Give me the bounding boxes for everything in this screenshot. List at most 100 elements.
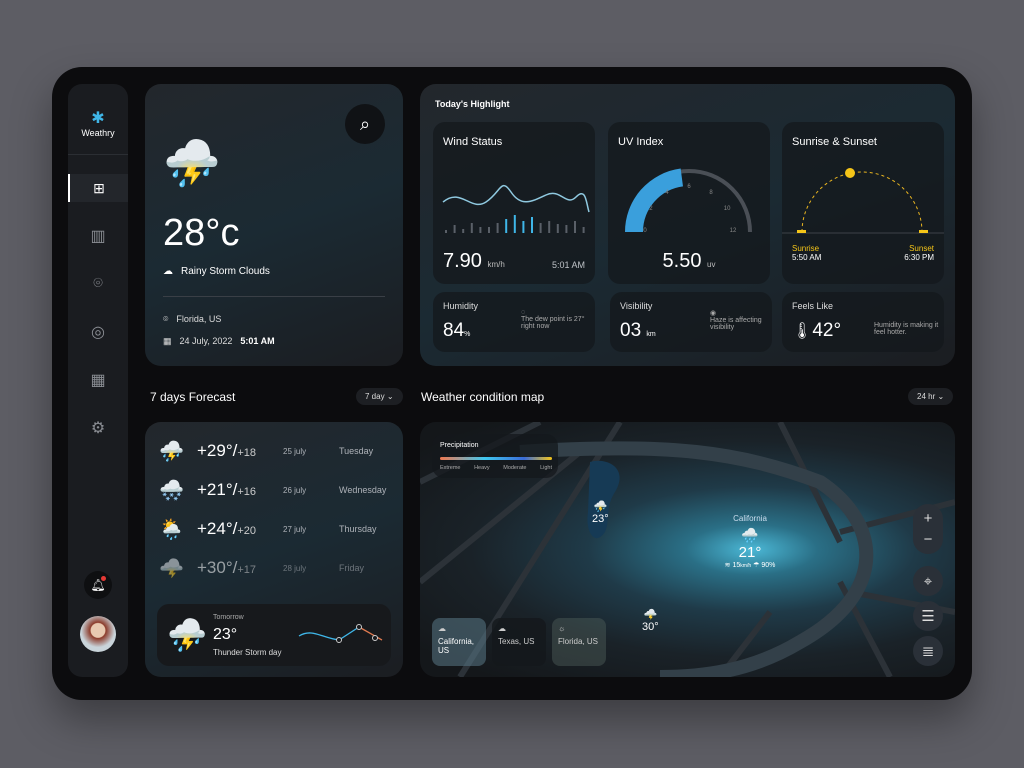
feels-like-card: Feels Like 🌡︎42° Humidity is making it f… xyxy=(782,292,944,352)
weather-icon: 🌩️ xyxy=(159,557,184,580)
forecast-day: Tuesday xyxy=(339,446,374,456)
condition-text: Rainy Storm Clouds xyxy=(181,266,270,277)
zoom-out-button[interactable]: − xyxy=(924,531,933,548)
uv-tick-label: 12 xyxy=(730,228,737,234)
uv-unit: uv xyxy=(707,260,716,269)
humidity-unit: % xyxy=(464,331,471,338)
uv-level-arc xyxy=(625,168,684,233)
zoom-in-button[interactable]: + xyxy=(924,510,933,527)
search-icon: ⌕ xyxy=(359,113,371,134)
forecast-row[interactable]: 🌩️ +30°/+17 28 july Friday xyxy=(159,550,394,586)
wind-bar xyxy=(574,221,576,233)
forecast-day: Friday xyxy=(339,563,365,573)
wind-icon: ≋ xyxy=(724,562,731,569)
region-wind-unit: km/h xyxy=(740,563,752,569)
legend-level: Heavy xyxy=(474,465,490,471)
legend-level: Extreme xyxy=(440,465,461,471)
nav-dashboard[interactable]: ⊞ xyxy=(68,174,128,202)
map-marker[interactable]: 🌩️ 30° xyxy=(642,608,659,633)
map-title: Weather condition map xyxy=(421,390,545,404)
weather-map[interactable]: Precipitation Extreme Heavy Moderate Light … xyxy=(420,422,955,677)
feels-value: 42° xyxy=(812,320,842,341)
zoom-controls: + − xyxy=(913,504,943,554)
forecast-high: +21°/ xyxy=(197,480,238,499)
wind-bar xyxy=(556,224,559,233)
nav-location[interactable]: ⌾ xyxy=(68,270,128,298)
list-button[interactable]: ☰ xyxy=(913,601,943,631)
location-pin-icon: ⌾ xyxy=(93,275,103,292)
marker-temp: 30° xyxy=(642,621,659,633)
sunrise-marker xyxy=(797,230,806,233)
layers-button[interactable]: ≣ xyxy=(913,636,943,666)
forecast-date: 28 july xyxy=(283,563,307,573)
trend-line-cool xyxy=(298,626,360,641)
city-card-florida[interactable]: ☼ Florida, US xyxy=(552,618,606,666)
wind-line xyxy=(442,185,590,213)
uv-index-card: UV Index 0 2 4 6 8 10 12 5.50 uv xyxy=(608,122,770,284)
weather-icon: ⛈️ xyxy=(159,440,184,463)
crosshair-icon: ⌖ xyxy=(923,572,933,590)
nav-settings[interactable]: ⚙ xyxy=(68,414,128,442)
sunset-marker xyxy=(919,230,928,233)
sun-icon: ☼ xyxy=(558,624,566,633)
region-humidity: 90% xyxy=(761,562,776,569)
storm-cloud-icon: ⛈️ xyxy=(163,137,221,189)
region-name: California xyxy=(733,514,767,523)
forecast-low: +20 xyxy=(237,525,257,537)
nav-rings[interactable]: ◎ xyxy=(68,318,128,346)
divider xyxy=(163,296,385,297)
wind-title: Wind Status xyxy=(443,136,503,148)
wind-bar xyxy=(548,221,551,233)
tomorrow-label: Tomorrow xyxy=(213,614,244,621)
current-temperature: 28°c xyxy=(163,212,240,254)
search-button[interactable]: ⌕ xyxy=(345,104,385,144)
avatar[interactable] xyxy=(80,616,116,652)
city-card-texas[interactable]: ☁ Texas, US xyxy=(492,618,546,666)
chevron-down-icon: ⌄ xyxy=(386,392,394,401)
gear-icon: ⚙ xyxy=(90,420,106,437)
precipitation-legend: Precipitation Extreme Heavy Moderate Light xyxy=(432,434,558,478)
forecast-high: +30°/ xyxy=(197,558,238,577)
location-pin-icon: ⌾ xyxy=(163,314,169,324)
date-text: 24 July, 2022 xyxy=(179,336,233,346)
notifications-button[interactable]: 🔔︎ xyxy=(84,571,112,599)
sun-storm-icon: 🌩️ xyxy=(643,609,658,621)
marker-temp: 23° xyxy=(592,513,609,525)
forecast-row[interactable]: 🌦️ +24°/+20 27 july Thursday xyxy=(159,511,394,547)
city-card-california[interactable]: ☁ California, US xyxy=(432,618,486,666)
locate-button[interactable]: ⌖ xyxy=(913,566,943,596)
wind-unit: km/h xyxy=(487,260,505,269)
map-range-value: 24 hr xyxy=(917,392,936,401)
wind-bar xyxy=(539,223,542,233)
nav-map[interactable]: ▥ xyxy=(68,222,128,250)
california-marker[interactable]: California 🌧️ 21° ≋ 15km/h ☂ 90% xyxy=(710,514,790,569)
wind-value: 7.90 xyxy=(443,250,482,272)
tomorrow-card: ⛈️ Tomorrow 23° Thunder Storm day xyxy=(157,604,391,666)
forecast-low: +17 xyxy=(237,564,257,576)
map-range-dropdown[interactable]: 24 hr ⌄ xyxy=(908,388,954,405)
city-name: Texas, US xyxy=(498,637,535,646)
forecast-row[interactable]: ⛈️ +29°/+18 25 july Tuesday xyxy=(159,433,394,469)
sunrise-time: 5:50 AM xyxy=(792,253,822,262)
sidebar: ✱ Weathry ⊞ ▥ ⌾ ◎ ▦ ⚙ 🔔︎ xyxy=(68,84,128,677)
visibility-unit: km xyxy=(646,331,656,338)
map-icon: ▥ xyxy=(90,228,106,245)
calendar-icon: ▦ xyxy=(90,372,106,389)
uv-tick-label: 2 xyxy=(649,206,653,212)
trend-point xyxy=(372,635,378,641)
map-marker[interactable]: ⛈️ 23° xyxy=(592,500,609,525)
forecast-range-dropdown[interactable]: 7 day ⌄ xyxy=(356,388,403,405)
location-text: Florida, US xyxy=(176,314,222,324)
visibility-title: Visibility xyxy=(620,301,653,311)
legend-title: Precipitation xyxy=(440,442,479,449)
humidity-value: 84 xyxy=(443,320,465,341)
nav-calendar[interactable]: ▦ xyxy=(68,366,128,394)
calendar-icon: ▦ xyxy=(163,336,172,346)
wind-bar xyxy=(565,225,568,233)
tomorrow-temp: 23° xyxy=(213,626,238,643)
forecast-row[interactable]: 🌨️ +21°/+16 26 july Wednesday xyxy=(159,472,394,508)
weather-icon: 🌨️ xyxy=(159,479,184,502)
cloud-icon: 🌧️ xyxy=(741,527,759,543)
uv-tick-label: 8 xyxy=(709,190,713,196)
rings-icon: ◎ xyxy=(91,324,105,341)
